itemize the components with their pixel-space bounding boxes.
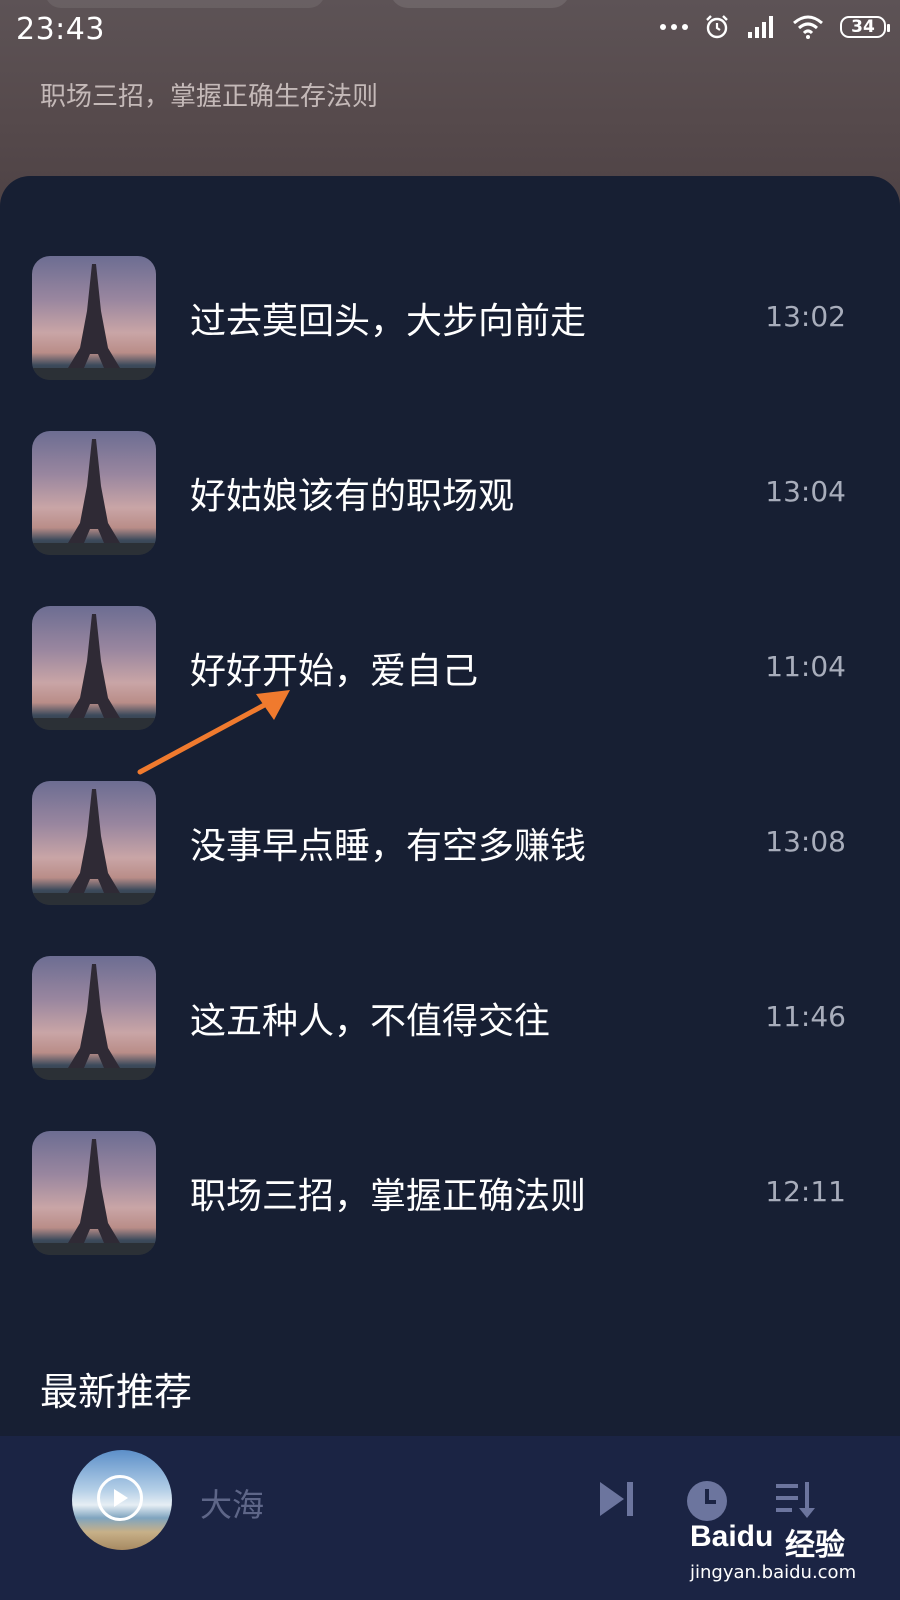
episode-duration: 12:11	[765, 1175, 846, 1208]
section-title-latest: 最新推荐	[40, 1370, 193, 1414]
alarm-icon	[706, 15, 728, 39]
header-subtitle: 职场三招，掌握正确生存法则	[40, 82, 379, 112]
baidu-jingyan-watermark: Baidu 经验 jingyan.baidu.com	[690, 1520, 890, 1600]
episode-cover-image	[32, 431, 156, 555]
episode-cover-image	[32, 781, 156, 905]
status-icons: 34	[660, 14, 890, 40]
list-item[interactable]: 这五种人，不值得交往 11:46	[0, 956, 900, 1131]
now-playing-title: 大海	[200, 1486, 265, 1524]
episode-duration: 13:02	[765, 300, 846, 333]
episode-cover-image	[32, 956, 156, 1080]
now-playing-cover[interactable]	[72, 1450, 172, 1550]
episode-title: 没事早点睡，有空多赚钱	[190, 826, 587, 867]
watermark-suffix: 经验	[785, 1528, 845, 1563]
episode-duration: 13:08	[765, 825, 846, 858]
skip-next-icon[interactable]	[598, 1480, 636, 1518]
episode-cover-image	[32, 1131, 156, 1255]
episode-duration: 13:04	[765, 475, 846, 508]
episode-title: 这五种人，不值得交往	[190, 1001, 551, 1042]
episode-title: 好姑娘该有的职场观	[190, 476, 515, 517]
signal-icon	[748, 16, 773, 38]
playlist-panel: 过去莫回头，大步向前走 13:02 好姑娘该有的职场观 13:04 好好开始，爱…	[0, 176, 900, 1436]
watermark-url: jingyan.baidu.com	[690, 1562, 857, 1583]
status-bar: 23:43 34	[0, 0, 900, 62]
battery-icon: 34	[840, 16, 890, 38]
episode-title: 职场三招，掌握正确法则	[190, 1176, 587, 1217]
list-item[interactable]: 职场三招，掌握正确法则 12:11	[0, 1131, 900, 1306]
episode-cover-image	[32, 256, 156, 380]
play-button[interactable]	[97, 1475, 143, 1521]
list-item[interactable]: 没事早点睡，有空多赚钱 13:08	[0, 781, 900, 956]
status-time: 23:43	[16, 12, 105, 47]
list-item[interactable]: 过去莫回头，大步向前走 13:02	[0, 256, 900, 431]
wifi-icon	[793, 15, 823, 39]
timer-clock-icon[interactable]	[686, 1480, 728, 1522]
episode-duration: 11:04	[765, 650, 846, 683]
episode-duration: 11:46	[765, 1000, 846, 1033]
watermark-brand: Baidu	[690, 1520, 774, 1553]
list-item[interactable]: 好姑娘该有的职场观 13:04	[0, 431, 900, 606]
playlist: 过去莫回头，大步向前走 13:02 好姑娘该有的职场观 13:04 好好开始，爱…	[0, 256, 900, 1306]
more-dots-icon	[660, 24, 688, 30]
annotation-arrow-icon	[137, 690, 290, 775]
playlist-sort-icon[interactable]	[774, 1480, 816, 1520]
play-icon	[114, 1489, 128, 1507]
episode-title: 过去莫回头，大步向前走	[190, 301, 587, 342]
